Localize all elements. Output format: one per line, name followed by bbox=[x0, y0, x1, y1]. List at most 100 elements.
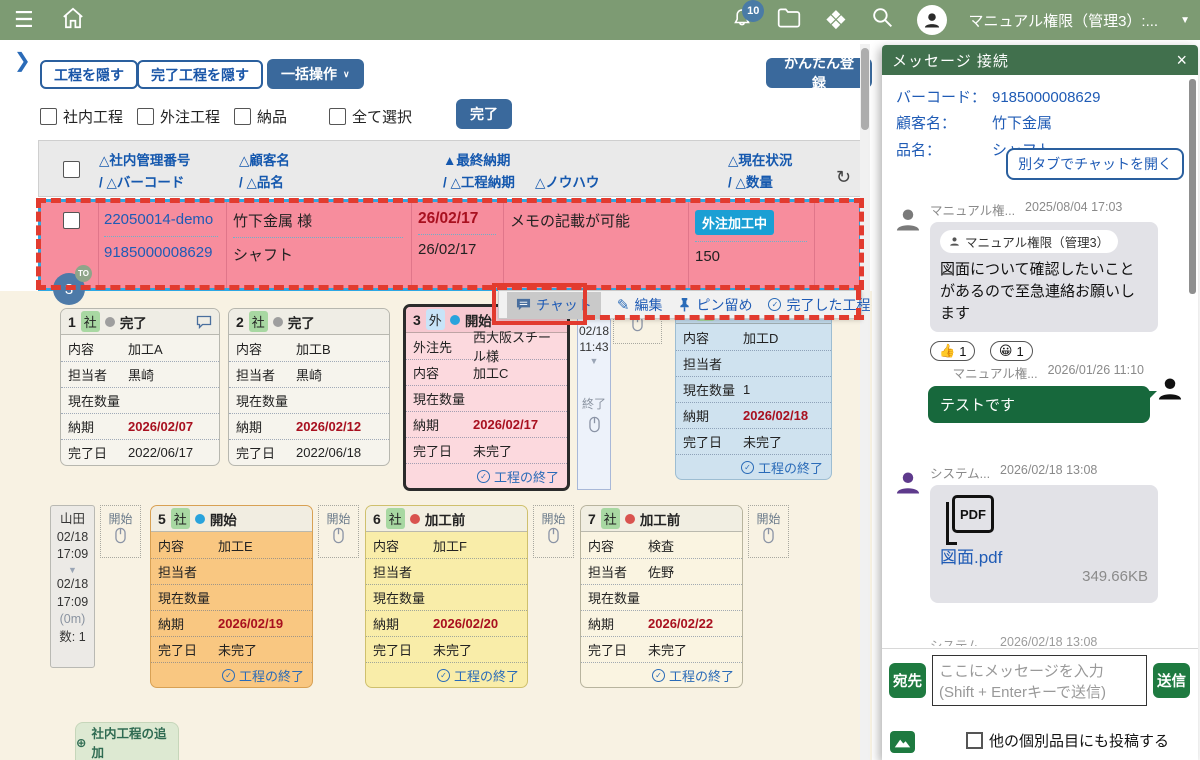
mouse-icon[interactable] bbox=[114, 527, 127, 544]
user-avatar[interactable] bbox=[917, 5, 947, 35]
file-link[interactable]: 図面.pdf bbox=[940, 543, 1148, 568]
start-action-box[interactable]: 開始 bbox=[533, 505, 574, 558]
info-label: 顧客名： bbox=[896, 111, 992, 137]
filter-label: 全て選択 bbox=[352, 106, 412, 127]
menu-pin-label: ピン留め bbox=[696, 295, 752, 315]
card-status: 完了 bbox=[288, 312, 315, 332]
field-label: 現在数量 bbox=[373, 588, 433, 607]
image-icon bbox=[894, 735, 911, 749]
message-meta: マニュアル権... 2026/01/26 11:10 bbox=[892, 363, 1144, 382]
hide-process-button[interactable]: 工程を隠す bbox=[40, 60, 138, 89]
check-circle-icon: ✓ bbox=[652, 669, 665, 682]
refresh-icon[interactable]: ↻ bbox=[836, 167, 851, 188]
order-id-link[interactable]: 22050014-demo bbox=[104, 210, 218, 230]
chevron-down-icon: ∨ bbox=[343, 69, 350, 80]
search-icon[interactable] bbox=[870, 5, 895, 35]
notifications-bell-icon[interactable]: 10 bbox=[730, 6, 754, 35]
mouse-icon[interactable] bbox=[332, 527, 345, 544]
column-header-status[interactable]: △現在状況/ △数量 bbox=[728, 150, 792, 195]
process-card-1[interactable]: 1 社 完了 内容加工A 担当者黒崎 現在数量 納期2026/02/07 完了日… bbox=[60, 308, 220, 466]
home-icon[interactable] bbox=[60, 5, 86, 36]
collapse-chevron-icon[interactable]: ❯ bbox=[14, 48, 31, 73]
main-scrollbar-thumb[interactable] bbox=[861, 48, 869, 130]
recipient-button[interactable]: 宛先 bbox=[889, 663, 926, 698]
attach-image-button[interactable] bbox=[890, 731, 915, 753]
field-value: 未完了 bbox=[648, 640, 687, 659]
field-value: 加工F bbox=[433, 536, 467, 555]
bulk-action-button[interactable]: 一括操作∨ bbox=[267, 59, 364, 89]
filter-internal-process[interactable]: 社内工程 bbox=[40, 106, 123, 127]
checkbox-icon[interactable] bbox=[329, 108, 346, 125]
message-input[interactable] bbox=[932, 655, 1147, 706]
end-process-link[interactable]: ✓工程の終了 bbox=[366, 662, 527, 687]
hide-completed-button[interactable]: 完了工程を隠す bbox=[137, 60, 263, 89]
field-label: 納期 bbox=[683, 406, 743, 425]
send-button[interactable]: 送信 bbox=[1153, 663, 1190, 698]
add-internal-process-label: 社内工程の追加 bbox=[91, 723, 178, 760]
hamburger-menu-icon[interactable]: ☰ bbox=[14, 9, 34, 31]
duration-label: (0m) bbox=[51, 611, 94, 629]
start-action-box[interactable]: 開始 bbox=[100, 505, 141, 558]
chat-input-area: 宛先 送信 他の個別品目にも投稿する bbox=[882, 648, 1198, 760]
column-header-knowhow[interactable]: △ノウハウ bbox=[535, 172, 599, 194]
menu-pin-item[interactable]: ピン留め bbox=[678, 295, 752, 315]
process-card-6[interactable]: 6 社 加工前 内容加工F 担当者 現在数量 納期2026/02/20 完了日未… bbox=[365, 505, 528, 688]
panel-scrollbar-thumb[interactable] bbox=[1189, 79, 1196, 294]
order-row-selected[interactable]: 3 TO 22050014-demo 9185000008629 竹下金属 様 … bbox=[38, 199, 862, 291]
due-date-value: 2026/02/12 bbox=[296, 419, 361, 434]
post-other-items-option[interactable]: 他の個別品目にも投稿する bbox=[966, 730, 1169, 751]
row-checkbox[interactable] bbox=[63, 212, 80, 229]
message-meta: システム... 2026/02/18 13:08 bbox=[930, 463, 1188, 482]
folder-icon[interactable] bbox=[776, 6, 802, 35]
field-label: 担当者 bbox=[373, 562, 433, 581]
comment-icon[interactable] bbox=[196, 315, 212, 329]
message-sender: システム... bbox=[930, 635, 990, 646]
easy-register-button[interactable]: かんたん登録 bbox=[766, 58, 872, 88]
checkbox-icon[interactable] bbox=[234, 108, 251, 125]
column-header-customer[interactable]: △顧客名/ △品名 bbox=[239, 150, 290, 195]
reaction-smile[interactable]: 😀1 bbox=[990, 341, 1033, 361]
process-card-5[interactable]: 5 社 開始 内容加工E 担当者 現在数量 納期2026/02/19 完了日未完… bbox=[150, 505, 313, 688]
filter-select-all[interactable]: 全て選択 bbox=[329, 106, 412, 127]
filter-outsourced-process[interactable]: 外注工程 bbox=[137, 106, 220, 127]
column-header-due[interactable]: ▲最終納期/ △工程納期 bbox=[443, 150, 515, 195]
select-all-checkbox[interactable] bbox=[63, 161, 80, 178]
complete-button[interactable]: 完了 bbox=[456, 99, 512, 129]
close-icon[interactable]: × bbox=[1176, 50, 1188, 71]
menu-edit-item[interactable]: ✎ 編集 bbox=[617, 295, 663, 315]
barcode-link[interactable]: 9185000008629 bbox=[104, 243, 218, 263]
start-action-box[interactable]: 開始 bbox=[748, 505, 789, 558]
status-dot-icon bbox=[105, 317, 115, 327]
process-card-2[interactable]: 2 社 完了 内容加工B 担当者黒崎 現在数量 納期2026/02/12 完了日… bbox=[228, 308, 390, 466]
end-process-link[interactable]: ✓工程の終了 bbox=[581, 662, 742, 687]
mouse-icon[interactable] bbox=[588, 416, 601, 433]
menu-chat-item[interactable]: チャット bbox=[507, 292, 601, 318]
reaction-count: 1 bbox=[1016, 344, 1023, 359]
open-chat-new-tab-button[interactable]: 別タブでチャットを開く bbox=[1006, 148, 1184, 180]
process-card-3[interactable]: 3 外 開始 外注先西大阪スチール様 内容加工C 現在数量 納期2026/02/… bbox=[403, 304, 570, 491]
process-card-7[interactable]: 7 社 加工前 内容検査 担当者佐野 現在数量 納期2026/02/22 完了日… bbox=[580, 505, 743, 688]
chevron-down-icon[interactable]: ▼ bbox=[1180, 15, 1190, 26]
end-process-label: 工程の終了 bbox=[494, 467, 559, 486]
mouse-icon[interactable] bbox=[547, 527, 560, 544]
add-internal-process-button[interactable]: ⊕ 社内工程の追加 bbox=[75, 722, 179, 760]
mouse-icon[interactable] bbox=[762, 527, 775, 544]
menu-hide-completed-item[interactable]: ✓ 完了した工程を隠す bbox=[768, 295, 872, 315]
column-header-id[interactable]: △社内管理番号/ △バーコード bbox=[99, 150, 190, 195]
message-bubble: マニュアル権限（管理3） 図面について確認したいことがあるので至急連絡お願いしま… bbox=[930, 222, 1158, 332]
message-time: 2025/08/04 17:03 bbox=[1025, 200, 1122, 219]
end-process-link[interactable]: ✓工程の終了 bbox=[151, 662, 312, 687]
filter-delivery[interactable]: 納品 bbox=[234, 106, 287, 127]
checkbox-icon[interactable] bbox=[40, 108, 57, 125]
reaction-thumbsup[interactable]: 👍1 bbox=[930, 341, 975, 361]
start-action-box[interactable]: 開始 bbox=[318, 505, 359, 558]
end-process-link[interactable]: ✓工程の終了 bbox=[406, 463, 567, 488]
checkbox-icon[interactable] bbox=[966, 732, 983, 749]
process-card-4[interactable]: 4 社 開始 内容加工D 担当者 現在数量1 納期2026/02/18 完了日未… bbox=[675, 297, 832, 480]
checkbox-icon[interactable] bbox=[137, 108, 154, 125]
info-customer-value: 竹下金属 bbox=[992, 111, 1052, 137]
user-role-label[interactable]: マニュアル権限（管理3）:... bbox=[969, 10, 1159, 31]
end-process-link[interactable]: ✓工程の終了 bbox=[676, 454, 831, 479]
main-scrollbar-track[interactable] bbox=[860, 44, 870, 760]
storage-app-icon[interactable]: ❖ bbox=[824, 7, 847, 33]
